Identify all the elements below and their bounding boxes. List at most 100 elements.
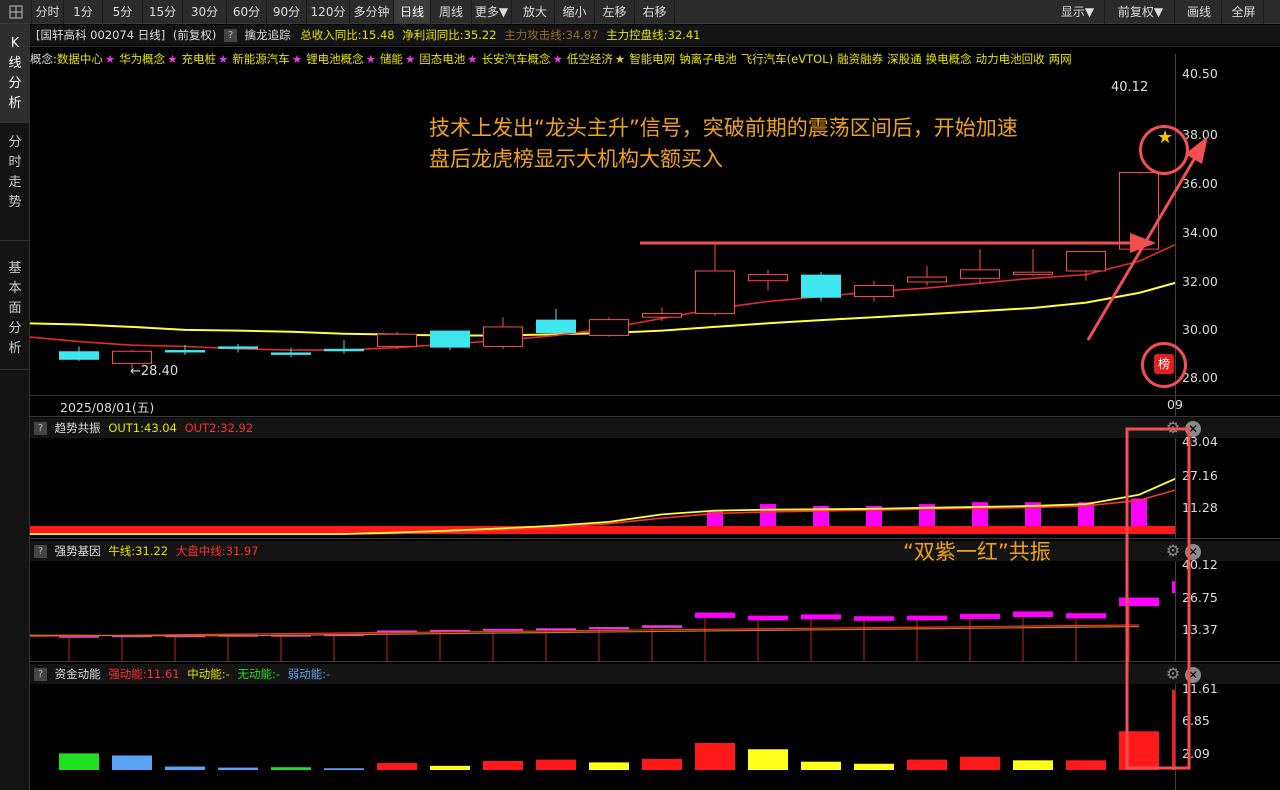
sidebar-tab-char: 分 — [8, 321, 22, 336]
toolbar-item-14[interactable]: 左移 — [595, 0, 635, 24]
trend-panel-header: ? 趋势共振 OUT1:43.04 OUT2:32.92 — [30, 418, 1280, 438]
toolbar-item-15[interactable]: 右移 — [635, 0, 675, 24]
concept-tag[interactable]: 动力电池回收 — [976, 52, 1045, 66]
y-tick-label: 43.04 — [1182, 434, 1218, 449]
toolbar-item-2[interactable]: 5分 — [103, 0, 143, 24]
y-tick-label: 38.00 — [1182, 127, 1218, 142]
gene-bar — [695, 612, 735, 618]
trend-out2: OUT2:32.92 — [184, 421, 254, 435]
toolbar-right-item-2[interactable]: 画线 — [1177, 0, 1222, 24]
sidebar-tab-char: 分 — [8, 76, 22, 91]
candle-body-down — [59, 351, 99, 360]
price-info-bar: [国轩高科 002074 日线] (前复权) ? 擒龙追踪 总收入同比:15.4… — [30, 25, 1280, 45]
sidebar-tab-0[interactable]: K线分析 — [0, 24, 30, 123]
attack-line: 主力攻击线:34.87 — [504, 28, 599, 42]
stock-title: [国轩高科 002074 日线] — [36, 28, 166, 42]
toolbar-item-10[interactable]: 周线 — [431, 0, 472, 24]
gear-icon[interactable]: ⚙ — [1165, 666, 1181, 682]
gear-icon[interactable]: ⚙ — [1165, 420, 1181, 436]
toolbar-item-8[interactable]: 多分钟 — [350, 0, 394, 24]
trend-base-band — [30, 526, 1175, 534]
concept-tag[interactable]: 锂电池概念 ★ — [306, 52, 376, 66]
concept-tag[interactable]: 长安汽车概念 ★ — [482, 52, 563, 66]
fund-panel-header: ? 资金动能 强动能:11.61 中动能:- 无动能:- 弱动能:- — [30, 664, 1280, 684]
gene-panel-name[interactable]: 强势基因 — [55, 544, 101, 558]
fund-none: 无动能:- — [237, 667, 280, 681]
gene-bar — [960, 613, 1000, 619]
revenue-yoy: 总收入同比:15.48 — [300, 28, 395, 42]
trend-chart — [30, 477, 1175, 535]
help-icon[interactable]: ? — [34, 545, 47, 558]
y-tick-label: 40.50 — [1182, 66, 1218, 81]
concept-star-icon: ★ — [218, 52, 229, 66]
sidebar-tab-2[interactable]: 基本面分析 — [0, 241, 30, 370]
concept-star-icon: ★ — [167, 52, 178, 66]
toolbar-right-item-0[interactable]: 显示▼ — [1051, 0, 1105, 24]
concept-tag[interactable]: 华为概念 ★ — [119, 52, 177, 66]
y-tick-label: 2.09 — [1182, 746, 1210, 761]
sidebar-tab-1[interactable]: 分时走势 — [0, 123, 30, 241]
candle-body-down — [430, 330, 470, 348]
concept-tag[interactable]: 飞行汽车(eVTOL) — [741, 52, 833, 66]
fund-bar — [271, 767, 311, 770]
toolbar-item-6[interactable]: 90分 — [267, 0, 307, 24]
candle-body-down — [165, 350, 205, 353]
concept-tag[interactable]: 换电概念 — [926, 52, 972, 66]
sidebar-tab-char: 析 — [8, 341, 22, 356]
grid-toggle-icon[interactable] — [0, 0, 32, 24]
concept-tag[interactable]: 融资融券 — [837, 52, 883, 66]
toolbar-item-11[interactable]: 更多▼ — [472, 0, 512, 24]
help-icon[interactable]: ? — [34, 422, 47, 435]
gene-bar — [1119, 597, 1159, 607]
help-icon[interactable]: ? — [223, 29, 237, 42]
sidebar-tab-char: K — [10, 36, 20, 51]
adjust-label: (前复权) — [172, 28, 217, 42]
y-tick-label: 11.28 — [1182, 500, 1218, 515]
candle-body-down — [218, 346, 258, 349]
trend-panel-name[interactable]: 趋势共振 — [55, 421, 101, 435]
concept-tag[interactable]: 两网 — [1049, 52, 1072, 66]
fund-panel-name[interactable]: 资金动能 — [55, 667, 101, 681]
concept-tag[interactable]: 深股通 — [887, 52, 922, 66]
y-tick-label: 40.12 — [1182, 557, 1218, 572]
candle-body-up — [748, 274, 788, 282]
trend-bar — [760, 504, 776, 526]
toolbar-item-7[interactable]: 120分 — [307, 0, 350, 24]
dragon-tiger-badge[interactable]: 榜 — [1154, 354, 1174, 374]
fund-bar — [430, 765, 470, 770]
concept-tag[interactable]: 低空经济 ★ — [567, 52, 625, 66]
concept-tag[interactable]: 充电桩 ★ — [182, 52, 229, 66]
concept-tag[interactable]: 新能源汽车 ★ — [232, 52, 302, 66]
toolbar-item-1[interactable]: 1分 — [64, 0, 103, 24]
sidebar: K线分析分时走势基本面分析 — [0, 24, 30, 790]
toolbar-item-12[interactable]: 放大 — [516, 0, 555, 24]
concept-tag[interactable]: 智能电网 — [629, 52, 675, 66]
concept-tag[interactable]: 数据中心 ★ — [57, 52, 115, 66]
toolbar-item-0[interactable]: 分时 — [32, 0, 64, 24]
sidebar-tab-char: 分 — [8, 135, 22, 150]
star-icon[interactable]: ★ — [1157, 127, 1173, 148]
toolbar-item-4[interactable]: 30分 — [183, 0, 227, 24]
concept-tag[interactable]: 储能 ★ — [380, 52, 415, 66]
indicator-name[interactable]: 擒龙追踪 — [245, 28, 291, 42]
gene-bar — [536, 628, 576, 631]
sidebar-tab-char: 面 — [8, 301, 22, 316]
toolbar-right-item-1[interactable]: 前复权▼ — [1107, 0, 1175, 24]
fund-bar — [324, 768, 364, 770]
toolbar-right-item-3[interactable]: 全屏 — [1224, 0, 1264, 24]
concept-bar: 概念:数据中心 ★ 华为概念 ★ 充电桩 ★ 新能源汽车 ★ 锂电池概念 ★ 储能 ★ 固态电池 ★ 长安汽… — [30, 49, 1178, 69]
candle-body-down — [801, 274, 841, 298]
toolbar-item-9[interactable]: 日线 — [394, 0, 431, 24]
help-icon[interactable]: ? — [34, 668, 47, 681]
fund-bar — [907, 759, 947, 770]
gear-icon[interactable]: ⚙ — [1165, 543, 1181, 559]
candle-body-up — [854, 285, 894, 298]
toolbar-item-3[interactable]: 15分 — [143, 0, 183, 24]
gene-bar — [589, 627, 629, 630]
toolbar-item-5[interactable]: 60分 — [227, 0, 267, 24]
concept-tag[interactable]: 固态电池 ★ — [419, 52, 477, 66]
toolbar-item-13[interactable]: 缩小 — [555, 0, 595, 24]
concept-tag[interactable]: 钠离子电池 — [679, 52, 737, 66]
sidebar-tab-char: 本 — [8, 281, 22, 296]
candle-body-up — [1066, 251, 1106, 272]
